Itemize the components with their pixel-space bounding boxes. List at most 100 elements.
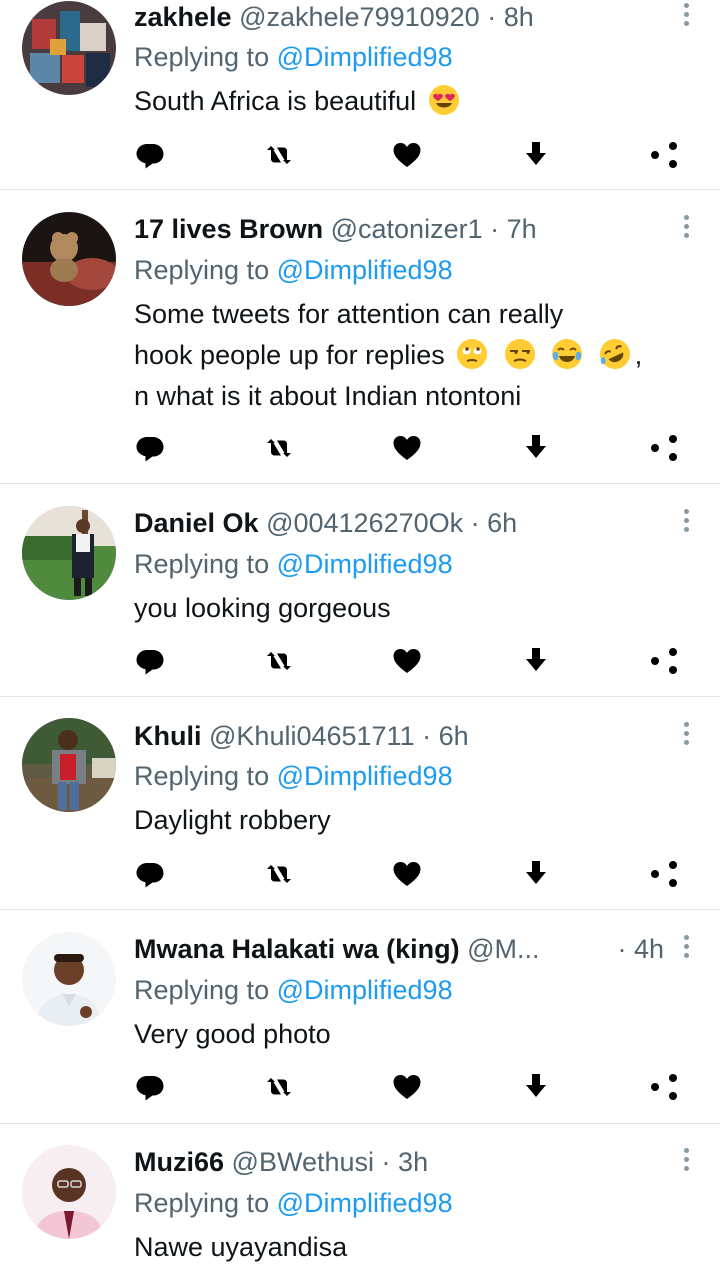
like-icon[interactable] bbox=[390, 857, 424, 891]
display-name[interactable]: Muzi66 bbox=[134, 1147, 224, 1177]
heart-eyes-emoji bbox=[428, 85, 459, 115]
reply-tweet[interactable]: Muzi66 @BWethusi · 3h Replying to @Dimpl… bbox=[0, 1124, 720, 1280]
reply-mention-link[interactable]: @Dimplified98 bbox=[277, 761, 453, 791]
tweet-header: Muzi66 @BWethusi · 3h bbox=[134, 1145, 668, 1179]
tweet-text-line: n what is it about Indian ntontoni bbox=[134, 381, 522, 411]
share-icon[interactable] bbox=[647, 138, 681, 172]
replying-label: Replying to bbox=[134, 42, 270, 72]
download-icon[interactable] bbox=[519, 431, 553, 465]
retweet-icon[interactable] bbox=[262, 857, 296, 891]
avatar[interactable] bbox=[22, 1, 116, 95]
separator-dot: · bbox=[381, 1147, 391, 1177]
replying-to: Replying to @Dimplified98 bbox=[134, 759, 453, 793]
display-name[interactable]: Daniel Ok bbox=[134, 508, 259, 538]
like-icon[interactable] bbox=[390, 1070, 424, 1104]
timestamp[interactable]: 8h bbox=[504, 2, 534, 32]
tweet-header: 17 lives Brown @catonizer1 · 7h bbox=[134, 212, 668, 246]
display-name[interactable]: Mwana Halakati wa (king) bbox=[134, 934, 460, 964]
tweet-text-content: , bbox=[634, 340, 643, 370]
timestamp[interactable]: 6h bbox=[487, 508, 517, 538]
avatar[interactable] bbox=[22, 212, 116, 306]
download-icon[interactable] bbox=[519, 644, 553, 678]
timestamp[interactable]: 3h bbox=[398, 1147, 428, 1177]
like-icon[interactable] bbox=[390, 644, 424, 678]
tears-of-joy-emoji bbox=[552, 339, 583, 369]
reply-tweet[interactable]: Daniel Ok @004126270Ok · 6h Replying to … bbox=[0, 484, 720, 697]
replying-to: Replying to @Dimplified98 bbox=[134, 40, 453, 74]
tweet-actions bbox=[0, 857, 720, 893]
download-icon[interactable] bbox=[519, 1070, 553, 1104]
replying-to: Replying to @Dimplified98 bbox=[134, 973, 453, 1007]
user-handle[interactable]: @Khuli04651711 bbox=[209, 721, 415, 751]
reply-icon[interactable] bbox=[133, 857, 167, 891]
replying-label: Replying to bbox=[134, 1188, 270, 1218]
more-options-icon[interactable] bbox=[680, 509, 692, 539]
user-handle[interactable]: @zakhele79910920 bbox=[239, 2, 480, 32]
more-options-icon[interactable] bbox=[680, 215, 692, 245]
like-icon[interactable] bbox=[390, 431, 424, 465]
avatar[interactable] bbox=[22, 506, 116, 600]
display-name[interactable]: Khuli bbox=[134, 721, 202, 751]
download-icon[interactable] bbox=[519, 857, 553, 891]
reply-mention-link[interactable]: @Dimplified98 bbox=[277, 42, 453, 72]
timestamp[interactable]: · 4h bbox=[617, 932, 664, 966]
rolling-laughing-emoji bbox=[599, 339, 630, 369]
timestamp-value[interactable]: 4h bbox=[634, 934, 664, 964]
more-options-icon[interactable] bbox=[680, 722, 692, 752]
reply-icon[interactable] bbox=[133, 644, 167, 678]
share-icon[interactable] bbox=[647, 644, 681, 678]
reply-mention-link[interactable]: @Dimplified98 bbox=[277, 549, 453, 579]
avatar[interactable] bbox=[22, 932, 116, 1026]
share-icon[interactable] bbox=[647, 431, 681, 465]
tweet-text: South Africa is beautiful bbox=[134, 81, 690, 122]
tweet-text: Nawe uyayandisa bbox=[134, 1232, 348, 1262]
tweet-header: zakhele @zakhele79910920 · 8h bbox=[134, 0, 668, 34]
timestamp[interactable]: 7h bbox=[507, 214, 537, 244]
user-handle[interactable]: @catonizer1 bbox=[331, 214, 483, 244]
more-options-icon[interactable] bbox=[680, 1148, 692, 1178]
reply-mention-link[interactable]: @Dimplified98 bbox=[277, 255, 453, 285]
separator-dot: · bbox=[490, 214, 500, 244]
replying-label: Replying to bbox=[134, 761, 270, 791]
reply-icon[interactable] bbox=[133, 1070, 167, 1104]
reply-mention-link[interactable]: @Dimplified98 bbox=[277, 1188, 453, 1218]
more-options-icon[interactable] bbox=[680, 3, 692, 33]
tweet-text: Very good photo bbox=[134, 1019, 331, 1049]
retweet-icon[interactable] bbox=[262, 644, 296, 678]
share-icon[interactable] bbox=[647, 857, 681, 891]
tweet-text-content: hook people up for replies bbox=[134, 340, 445, 370]
separator-dot: · bbox=[487, 2, 497, 32]
retweet-icon[interactable] bbox=[262, 431, 296, 465]
like-icon[interactable] bbox=[390, 138, 424, 172]
display-name[interactable]: 17 lives Brown bbox=[134, 214, 323, 244]
retweet-icon[interactable] bbox=[262, 1070, 296, 1104]
tweet-text-line: hook people up for replies , bbox=[134, 335, 710, 376]
reply-mention-link[interactable]: @Dimplified98 bbox=[277, 975, 453, 1005]
tweet-text-line: Some tweets for attention can really bbox=[134, 299, 564, 329]
user-handle[interactable]: @BWethusi bbox=[232, 1147, 374, 1177]
reply-tweet[interactable]: 17 lives Brown @catonizer1 · 7h Replying… bbox=[0, 190, 720, 484]
reply-icon[interactable] bbox=[133, 431, 167, 465]
reply-tweet[interactable]: Mwana Halakati wa (king) @M... · 4h Repl… bbox=[0, 910, 720, 1124]
separator-dot: · bbox=[422, 721, 432, 751]
replying-to: Replying to @Dimplified98 bbox=[134, 547, 453, 581]
more-options-icon[interactable] bbox=[680, 935, 692, 965]
user-handle[interactable]: @004126270Ok bbox=[266, 508, 463, 538]
eye-roll-emoji bbox=[457, 339, 488, 369]
user-handle[interactable]: @M... bbox=[467, 934, 539, 964]
reply-tweet[interactable]: zakhele @zakhele79910920 · 8h Replying t… bbox=[0, 0, 720, 190]
reply-tweet[interactable]: Khuli @Khuli04651711 · 6h Replying to @D… bbox=[0, 697, 720, 910]
tweet-text-content: South Africa is beautiful bbox=[134, 86, 417, 116]
display-name[interactable]: zakhele bbox=[134, 2, 232, 32]
timestamp[interactable]: 6h bbox=[439, 721, 469, 751]
retweet-icon[interactable] bbox=[262, 138, 296, 172]
avatar[interactable] bbox=[22, 1145, 116, 1239]
download-icon[interactable] bbox=[519, 138, 553, 172]
share-icon[interactable] bbox=[647, 1070, 681, 1104]
tweet-actions bbox=[0, 644, 720, 680]
tweet-header: Khuli @Khuli04651711 · 6h bbox=[134, 719, 668, 753]
unamused-emoji bbox=[504, 339, 535, 369]
reply-icon[interactable] bbox=[133, 138, 167, 172]
tweet-text: Daylight robbery bbox=[134, 805, 331, 835]
avatar[interactable] bbox=[22, 718, 116, 812]
